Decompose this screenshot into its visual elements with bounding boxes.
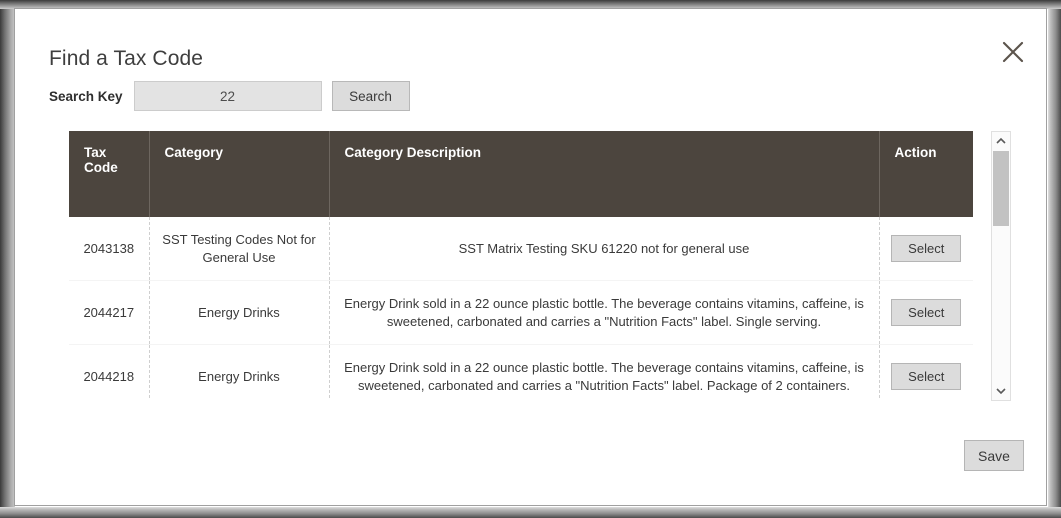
tax-code-table-scroll-area[interactable]: Tax Code Category Category Description A…: [69, 131, 991, 399]
scrollbar-thumb[interactable]: [993, 151, 1009, 226]
search-input[interactable]: [133, 81, 322, 111]
cell-tax-code: 2044217: [69, 280, 150, 346]
column-header-category: Category: [149, 131, 330, 217]
window-shadow-bottom: [0, 507, 1061, 518]
chevron-down-icon[interactable]: [992, 382, 1010, 400]
cell-tax-code: 2043138: [69, 217, 150, 282]
cell-category-description: Energy Drink sold in a 22 ounce plastic …: [329, 280, 880, 346]
cell-category-description: SST Matrix Testing SKU 61220 not for gen…: [329, 217, 880, 282]
search-key-label: Search Key: [49, 88, 123, 104]
cell-category: SST Testing Codes Not for General Use: [149, 217, 330, 282]
column-header-action: Action: [879, 131, 973, 217]
table-row: 2044217 Energy Drinks Energy Drink sold …: [69, 280, 973, 346]
cell-action: Select: [879, 217, 973, 282]
cell-category: Energy Drinks: [149, 344, 330, 399]
close-icon[interactable]: [996, 35, 1030, 69]
select-button[interactable]: Select: [891, 363, 962, 391]
table-vertical-scrollbar[interactable]: [991, 131, 1011, 401]
save-button[interactable]: Save: [964, 440, 1024, 471]
tax-code-table: Tax Code Category Category Description A…: [69, 131, 973, 399]
cell-category: Energy Drinks: [149, 280, 330, 346]
cell-category-description: Energy Drink sold in a 22 ounce plastic …: [329, 344, 880, 399]
search-button[interactable]: Search: [331, 81, 410, 111]
search-row: Search Key Search: [49, 81, 410, 111]
table-header-row: Tax Code Category Category Description A…: [69, 131, 973, 217]
select-button[interactable]: Select: [891, 235, 962, 263]
select-button[interactable]: Select: [891, 299, 962, 327]
chevron-up-icon[interactable]: [992, 132, 1010, 150]
column-header-category-description: Category Description: [329, 131, 880, 217]
page-title: Find a Tax Code: [49, 47, 204, 70]
cell-action: Select: [879, 280, 973, 346]
table-row: 2043138 SST Testing Codes Not for Genera…: [69, 217, 973, 282]
column-header-tax-code: Tax Code: [69, 131, 150, 217]
cell-action: Select: [879, 344, 973, 399]
window-shadow-right: [1048, 0, 1061, 518]
find-tax-code-modal: Find a Tax Code Search Key Search Tax Co…: [14, 8, 1047, 506]
table-row: 2044218 Energy Drinks Energy Drink sold …: [69, 344, 973, 399]
window-shadow-left: [0, 0, 15, 518]
cell-tax-code: 2044218: [69, 344, 150, 399]
